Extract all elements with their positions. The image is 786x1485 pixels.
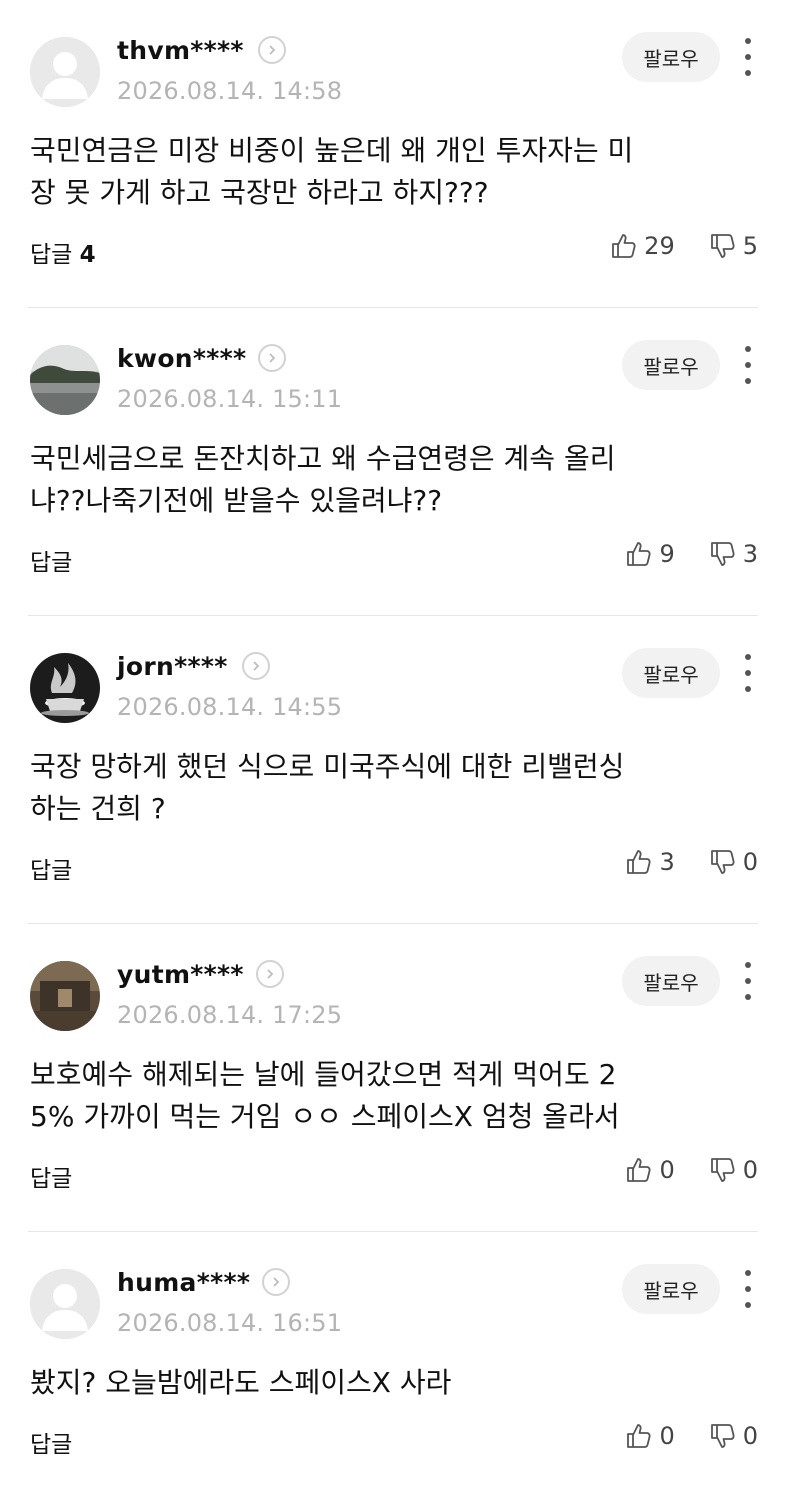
dislike-button[interactable]: 0 — [709, 1422, 758, 1450]
follow-button[interactable]: 팔로우 — [622, 340, 720, 390]
dislike-button[interactable]: 0 — [709, 848, 758, 876]
thumbs-down-icon — [710, 850, 735, 874]
lake-photo-avatar[interactable] — [30, 345, 100, 415]
dislike-button[interactable]: 0 — [709, 1156, 758, 1184]
comment-item: huma**** 2026.08.14. 16:51 팔로우 봤지? 오늘밤에라… — [28, 1232, 758, 1485]
vote-group: 0 0 — [625, 1422, 758, 1450]
reply-label: 답글 — [30, 1166, 73, 1192]
thumbs-down-icon — [710, 1424, 735, 1448]
dislike-count: 0 — [742, 848, 758, 876]
chevron-right-icon[interactable] — [258, 344, 286, 372]
username[interactable]: jorn**** — [117, 652, 228, 681]
like-count: 9 — [659, 540, 675, 568]
dislike-button[interactable]: 5 — [709, 232, 758, 260]
thumbs-up-icon — [627, 1158, 651, 1182]
thumbs-up-icon — [612, 234, 636, 258]
reply-button[interactable]: 답글 — [30, 1425, 72, 1459]
comment-item: jorn**** 2026.08.14. 14:55 팔로우 국장 망하게 했던… — [28, 616, 758, 924]
reply-button[interactable]: 답글 4 — [30, 235, 96, 269]
thumbs-up-icon — [627, 1424, 651, 1448]
thumbs-up-icon — [627, 542, 651, 566]
comment-list: thvm**** 2026.08.14. 14:58 팔로우 국민연금은 미장 … — [0, 0, 786, 1485]
default-avatar-icon[interactable] — [30, 37, 100, 107]
comment-date: 2026.08.14. 15:11 — [117, 385, 343, 413]
comment-text: 보호예수 해제되는 날에 들어갔으면 적게 먹어도 2 5% 가까이 먹는 거임… — [30, 1058, 620, 1133]
thumbs-down-icon — [710, 542, 735, 566]
reply-label: 답글 — [30, 858, 73, 884]
like-button[interactable]: 0 — [625, 1422, 675, 1450]
comment-date: 2026.08.14. 16:51 — [117, 1309, 343, 1337]
chevron-right-icon[interactable] — [242, 652, 270, 680]
follow-button[interactable]: 팔로우 — [622, 32, 720, 82]
like-count: 3 — [659, 848, 675, 876]
more-options-icon[interactable] — [738, 654, 758, 692]
coffee-photo-avatar[interactable] — [30, 653, 100, 723]
comment-item: yutm**** 2026.08.14. 17:25 팔로우 보호예수 해제되는… — [28, 924, 758, 1232]
comment-text: 국민세금으로 돈잔치하고 왜 수급연령은 계속 올리 냐??나죽기전에 받을수 … — [30, 442, 616, 517]
dislike-count: 0 — [742, 1422, 758, 1450]
comment-item: kwon**** 2026.08.14. 15:11 팔로우 국민세금으로 돈잔… — [28, 308, 758, 616]
username[interactable]: kwon**** — [117, 344, 246, 373]
vote-group: 9 3 — [625, 540, 758, 568]
default-avatar-icon[interactable] — [30, 1269, 100, 1339]
dislike-count: 0 — [742, 1156, 758, 1184]
chevron-right-icon[interactable] — [262, 1268, 290, 1296]
painting-photo-avatar[interactable] — [30, 961, 100, 1031]
like-button[interactable]: 29 — [610, 232, 675, 260]
thumbs-up-icon — [627, 850, 651, 874]
like-count: 0 — [659, 1156, 675, 1184]
vote-group: 29 5 — [610, 232, 758, 260]
comment-date: 2026.08.14. 14:55 — [117, 693, 343, 721]
comment-item: thvm**** 2026.08.14. 14:58 팔로우 국민연금은 미장 … — [28, 0, 758, 308]
more-options-icon[interactable] — [738, 38, 758, 76]
username[interactable]: thvm**** — [117, 36, 244, 65]
reply-label: 답글 — [30, 1432, 73, 1458]
comment-text: 국민연금은 미장 비중이 높은데 왜 개인 투자자는 미 장 못 가게 하고 국… — [30, 134, 634, 209]
dislike-button[interactable]: 3 — [709, 540, 758, 568]
like-button[interactable]: 9 — [625, 540, 675, 568]
dislike-count: 5 — [742, 232, 758, 260]
follow-button[interactable]: 팔로우 — [622, 648, 720, 698]
like-button[interactable]: 0 — [625, 1156, 675, 1184]
reply-label: 답글 — [30, 550, 73, 576]
reply-button[interactable]: 답글 — [30, 1159, 72, 1193]
dislike-count: 3 — [742, 540, 758, 568]
chevron-right-icon[interactable] — [258, 36, 286, 64]
chevron-right-icon[interactable] — [256, 960, 284, 988]
comment-text: 봤지? 오늘밤에라도 스페이스X 사라 — [30, 1366, 452, 1399]
vote-group: 0 0 — [625, 1156, 758, 1184]
more-options-icon[interactable] — [738, 962, 758, 1000]
reply-label: 답글 — [30, 242, 73, 268]
follow-button[interactable]: 팔로우 — [622, 956, 720, 1006]
reply-button[interactable]: 답글 — [30, 851, 72, 885]
username[interactable]: yutm**** — [117, 960, 244, 989]
like-button[interactable]: 3 — [625, 848, 675, 876]
vote-group: 3 0 — [625, 848, 758, 876]
follow-button[interactable]: 팔로우 — [622, 1264, 720, 1314]
more-options-icon[interactable] — [738, 346, 758, 384]
like-count: 0 — [659, 1422, 675, 1450]
more-options-icon[interactable] — [738, 1270, 758, 1308]
thumbs-down-icon — [710, 1158, 735, 1182]
comment-text: 국장 망하게 했던 식으로 미국주식에 대한 리밸런싱 하는 건희 ? — [30, 750, 625, 825]
username[interactable]: huma**** — [117, 1268, 250, 1297]
reply-count: 4 — [79, 242, 96, 268]
comment-date: 2026.08.14. 14:58 — [117, 77, 343, 105]
reply-button[interactable]: 답글 — [30, 543, 72, 577]
like-count: 29 — [644, 232, 675, 260]
thumbs-down-icon — [710, 234, 735, 258]
comment-date: 2026.08.14. 17:25 — [117, 1001, 343, 1029]
